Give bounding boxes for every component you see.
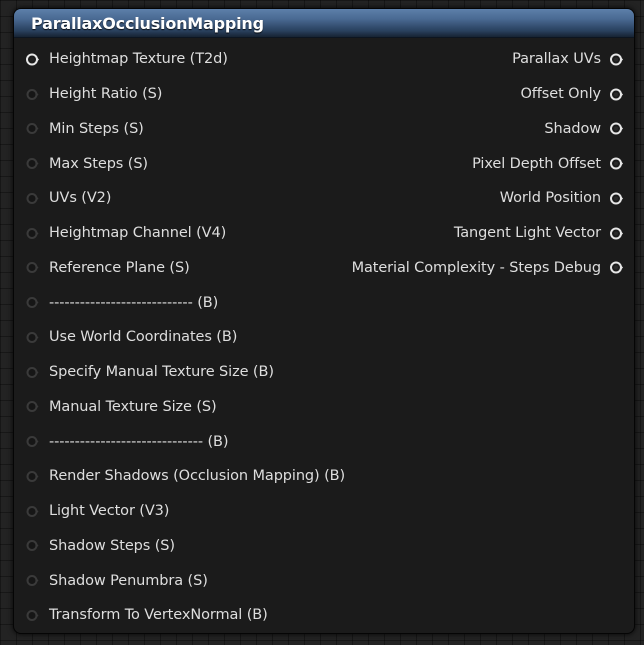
input-pin-icon[interactable]	[26, 539, 39, 552]
input-pin-icon[interactable]	[26, 227, 39, 240]
output-pins: Parallax UVs Offset Only Shadow Pixel Depth…	[304, 42, 634, 285]
input-pin-icon[interactable]	[26, 122, 39, 135]
input-pin-label: Specify Manual Texture Size (B)	[49, 364, 274, 381]
output-pin-row[interactable]: Parallax UVs	[304, 42, 634, 77]
input-pin-row[interactable]: Manual Texture Size (S)	[14, 390, 394, 425]
input-pin-icon[interactable]	[26, 88, 39, 101]
input-pin-icon[interactable]	[26, 331, 39, 344]
output-pin-icon[interactable]	[610, 192, 623, 205]
input-pin-label: Min Steps (S)	[49, 120, 144, 137]
input-pin-label: ---------------------------- (B)	[49, 294, 219, 311]
output-pin-icon[interactable]	[610, 88, 623, 101]
node-header[interactable]: ParallaxOcclusionMapping	[14, 9, 634, 38]
input-pin-label: Reference Plane (S)	[49, 259, 190, 276]
input-pin-icon[interactable]	[26, 366, 39, 379]
input-pin-label: Height Ratio (S)	[49, 86, 163, 103]
output-pin-row[interactable]: Material Complexity - Steps Debug	[304, 251, 634, 286]
input-pin-icon[interactable]	[26, 470, 39, 483]
output-pin-icon[interactable]	[610, 227, 623, 240]
input-pin-icon[interactable]	[26, 296, 39, 309]
input-pin-label: Max Steps (S)	[49, 155, 148, 172]
input-pin-icon[interactable]	[26, 609, 39, 622]
parallax-occlusion-mapping-node[interactable]: ParallaxOcclusionMapping Heightmap Textu…	[13, 8, 635, 634]
output-pin-icon[interactable]	[610, 53, 623, 66]
input-pin-icon[interactable]	[26, 505, 39, 518]
input-pin-label: ------------------------------ (B)	[49, 433, 229, 450]
connected-input-pin-icon[interactable]	[26, 53, 39, 66]
input-pin-row[interactable]: Specify Manual Texture Size (B)	[14, 355, 394, 390]
input-pin-icon[interactable]	[26, 574, 39, 587]
output-pin-label: Pixel Depth Offset	[472, 155, 601, 172]
input-pin-row[interactable]: ------------------------------ (B)	[14, 424, 394, 459]
output-pin-icon[interactable]	[610, 122, 623, 135]
input-pin-label: Shadow Steps (S)	[49, 537, 175, 554]
input-pin-icon[interactable]	[26, 261, 39, 274]
input-pin-label: Shadow Penumbra (S)	[49, 572, 208, 589]
output-pin-label: Shadow	[544, 120, 601, 137]
output-pin-label: Material Complexity - Steps Debug	[351, 259, 602, 276]
output-pin-icon[interactable]	[610, 261, 623, 274]
input-pin-icon[interactable]	[26, 157, 39, 170]
output-pin-row[interactable]: World Position	[304, 181, 634, 216]
output-pin-row[interactable]: Tangent Light Vector	[304, 216, 634, 251]
input-pin-icon[interactable]	[26, 400, 39, 413]
input-pin-row[interactable]: Transform To VertexNormal (B)	[14, 598, 394, 633]
input-pin-label: Render Shadows (Occlusion Mapping) (B)	[49, 468, 346, 485]
input-pin-label: Transform To VertexNormal (B)	[49, 607, 268, 624]
output-pin-icon[interactable]	[610, 157, 623, 170]
input-pin-row[interactable]: Light Vector (V3)	[14, 494, 394, 529]
input-pin-row[interactable]: Render Shadows (Occlusion Mapping) (B)	[14, 459, 394, 494]
input-pin-icon[interactable]	[26, 192, 39, 205]
input-pin-row[interactable]: Shadow Penumbra (S)	[14, 563, 394, 598]
node-title: ParallaxOcclusionMapping	[31, 14, 264, 33]
input-pin-label: Use World Coordinates (B)	[49, 329, 238, 346]
material-graph-canvas[interactable]: ParallaxOcclusionMapping Heightmap Textu…	[0, 0, 644, 645]
input-pin-label: Manual Texture Size (S)	[49, 398, 217, 415]
output-pin-row[interactable]: Offset Only	[304, 77, 634, 112]
output-pin-label: Offset Only	[520, 86, 601, 103]
input-pin-row[interactable]: Shadow Steps (S)	[14, 529, 394, 564]
input-pin-label: Light Vector (V3)	[49, 503, 170, 520]
input-pin-label: UVs (V2)	[49, 190, 112, 207]
output-pin-label: Parallax UVs	[512, 51, 601, 68]
output-pin-label: World Position	[499, 190, 601, 207]
input-pin-row[interactable]: Use World Coordinates (B)	[14, 320, 394, 355]
input-pin-row[interactable]: ---------------------------- (B)	[14, 285, 394, 320]
output-pin-label: Tangent Light Vector	[453, 225, 601, 242]
input-pin-icon[interactable]	[26, 435, 39, 448]
input-pin-label: Heightmap Texture (T2d)	[49, 51, 228, 68]
input-pin-label: Heightmap Channel (V4)	[49, 225, 227, 242]
output-pin-row[interactable]: Pixel Depth Offset	[304, 146, 634, 181]
output-pin-row[interactable]: Shadow	[304, 112, 634, 147]
